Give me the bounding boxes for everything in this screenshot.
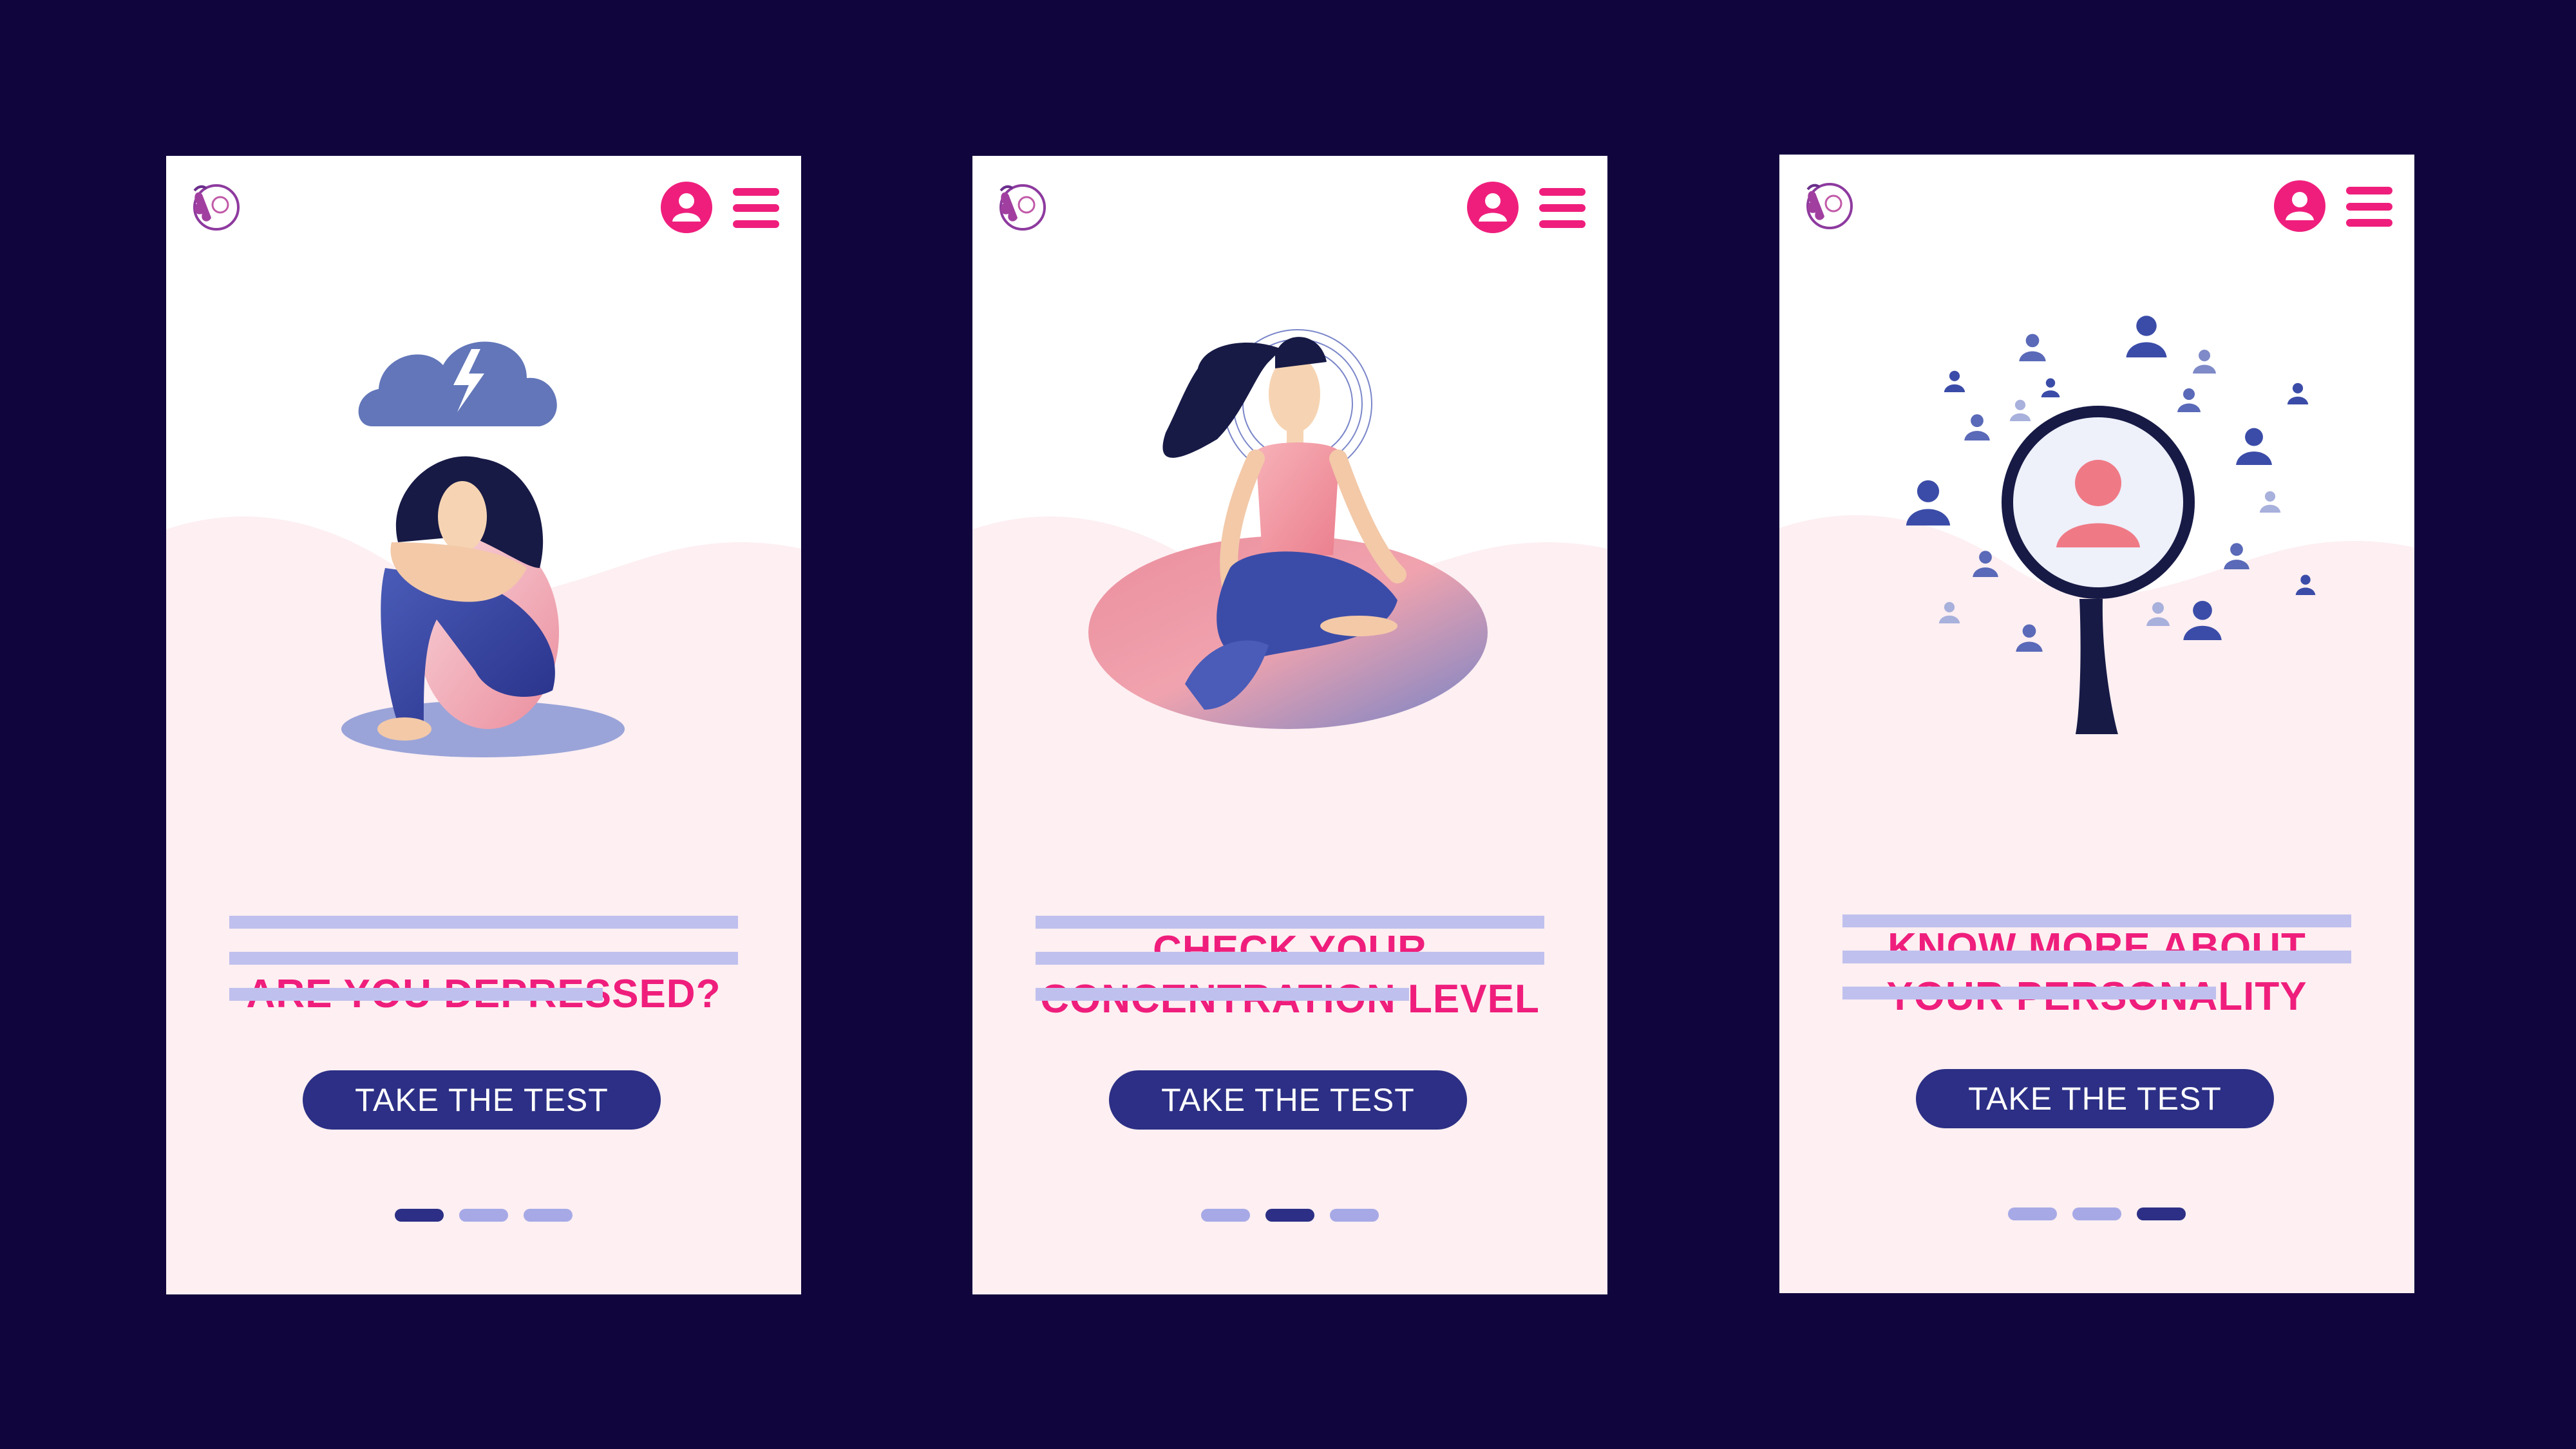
take-the-test-button[interactable]: TAKE THE TEST [1916,1069,2274,1128]
onboarding-screen-concentration: CHECK YOUR CONCENTRATION LEVEL TAKE THE … [972,156,1607,1294]
page-dot-2[interactable] [459,1209,508,1222]
take-the-test-button[interactable]: TAKE THE TEST [303,1070,661,1130]
page-dot-2[interactable] [1265,1209,1314,1222]
onboarding-screen-depression: ARE YOU DEPRESSED? TAKE THE TEST [166,156,801,1294]
text-line [229,988,603,1001]
text-line [1036,988,1409,1001]
onboarding-screen-personality: KNOW MORE ABOUT YOUR PERSONALITY TAKE TH… [1779,155,2414,1293]
take-the-test-button[interactable]: TAKE THE TEST [1109,1070,1467,1130]
page-dot-1[interactable] [395,1209,444,1222]
page-indicator [1779,1208,2414,1220]
page-dot-3[interactable] [2137,1208,2186,1220]
text-line [1036,916,1544,929]
text-line [229,952,738,965]
description-placeholder [229,916,738,1024]
page-dot-1[interactable] [1201,1209,1250,1222]
text-line [1036,952,1544,965]
text-line [1842,914,2351,927]
personality-search-illustration [1906,316,2316,734]
description-placeholder [1036,916,1544,1024]
page-indicator [972,1209,1607,1222]
page-dot-3[interactable] [1330,1209,1379,1222]
page-indicator [166,1209,801,1222]
page-dot-1[interactable] [2008,1208,2057,1220]
page-dot-2[interactable] [2072,1208,2121,1220]
meditating-woman-illustration [1088,329,1488,729]
sad-woman-illustration [341,341,625,757]
page-dot-3[interactable] [524,1209,573,1222]
text-line [229,916,738,929]
text-line [1842,951,2351,963]
text-line [1842,987,2216,999]
description-placeholder [1842,914,2351,1023]
magnifier-handle [2076,599,2118,734]
